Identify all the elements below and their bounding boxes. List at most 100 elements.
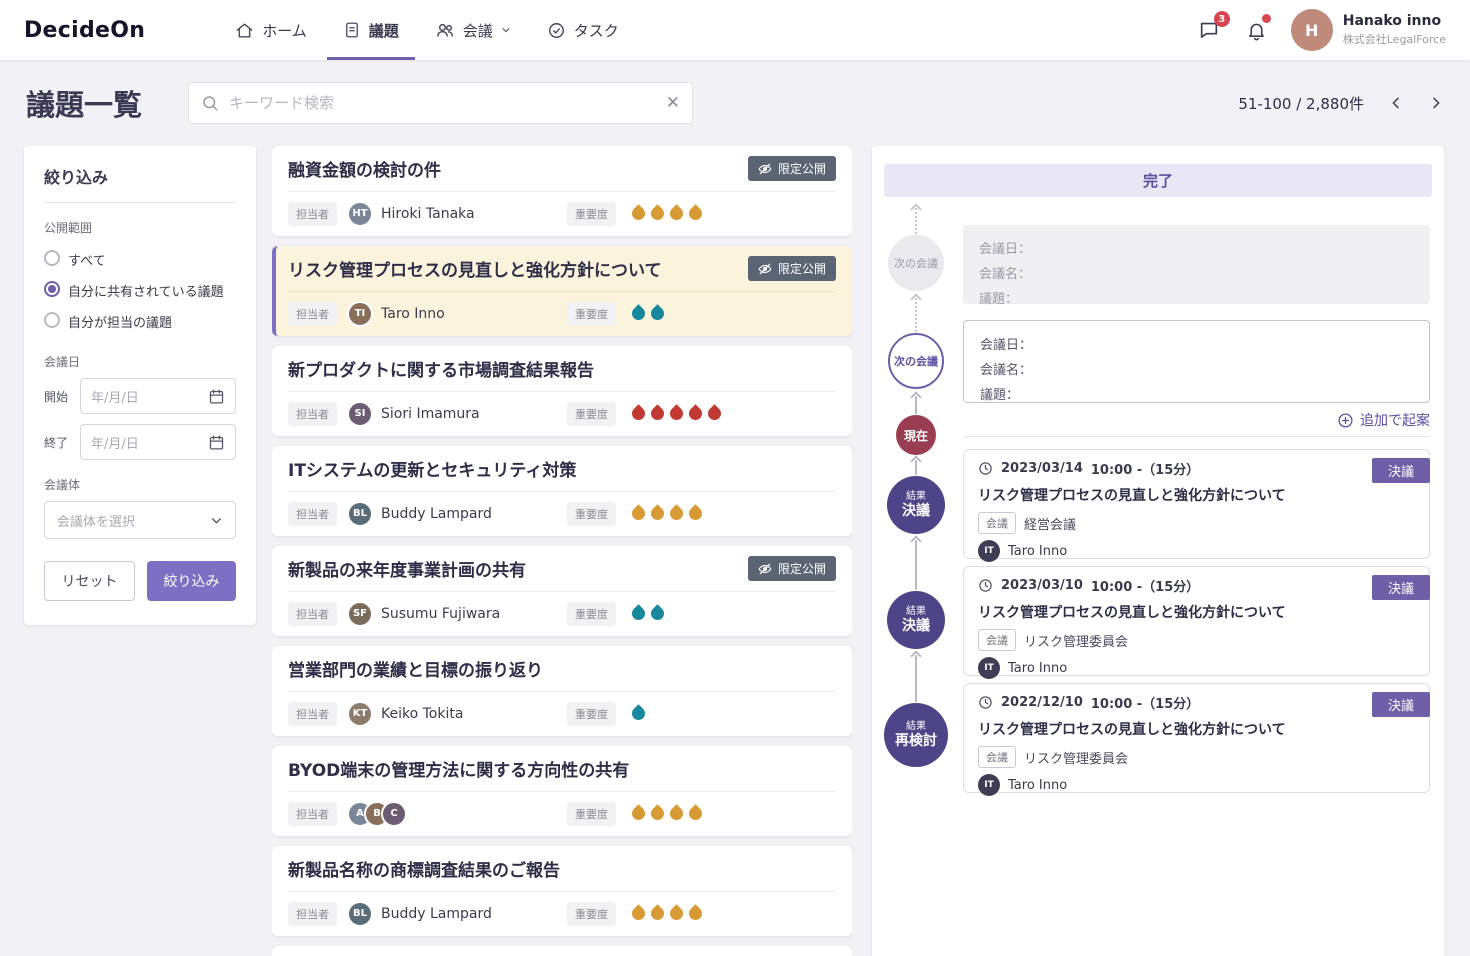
agenda-list: 融資金額の検討の件 限定公開 担当者 HT Hiroki Tanaka 重要度 … — [272, 146, 852, 936]
owner-name: Taro Inno — [1008, 660, 1068, 676]
flame-orange-icon — [686, 904, 705, 923]
prev-page-button[interactable] — [1388, 95, 1404, 111]
meeting-body-select[interactable]: 会議体を選択 — [44, 501, 236, 539]
agenda-card-meta: 担当者 SI Siori Imamura 重要度 — [288, 392, 836, 435]
placeholder-line: 議題： — [980, 388, 1020, 403]
reset-button[interactable]: リセット — [44, 561, 135, 601]
nav-item-agenda[interactable]: 議題 — [325, 0, 417, 60]
next-page-button[interactable] — [1428, 95, 1444, 111]
date-start-input[interactable]: 年/月/日 — [80, 378, 236, 414]
meeting-time: 10:00 -（15分） — [1090, 580, 1200, 595]
agenda-card-partial[interactable] — [272, 946, 852, 956]
nav-item-home[interactable]: ホーム — [217, 0, 325, 60]
nav-item-meetings[interactable]: 会議 — [417, 0, 529, 60]
importance-label: 重要度 — [567, 601, 616, 626]
agenda-title: 新製品の来年度事業計画の共有 — [288, 561, 526, 581]
clear-search-icon[interactable]: ✕ — [666, 94, 680, 112]
meeting-datetime-row: 2022/12/10 10:00 -（15分） — [978, 693, 1415, 712]
owner-avatars: KT — [347, 700, 373, 727]
limited-badge: 限定公開 — [747, 156, 836, 181]
agenda-card[interactable]: 新製品名称の商標調査結果のご報告 担当者 BL Buddy Lampard 重要… — [272, 846, 852, 936]
agenda-card[interactable]: 営業部門の業績と目標の振り返り 担当者 KT Keiko Tokita 重要度 — [272, 646, 852, 736]
importance-icons — [629, 304, 667, 323]
agenda-card-head: BYOD端末の管理方法に関する方向性の共有 — [288, 746, 836, 792]
agenda-card-head: 新プロダクトに関する市場調査結果報告 — [288, 346, 836, 392]
agenda-card[interactable]: 新製品の来年度事業計画の共有 限定公開 担当者 SF Susumu Fujiwa… — [272, 546, 852, 636]
meeting-body-name: リスク管理委員会 — [1024, 634, 1129, 650]
calendar-icon[interactable] — [208, 434, 225, 451]
owner-name: Taro Inno — [1008, 543, 1068, 559]
scope-option[interactable]: すべて — [44, 244, 236, 275]
owner-name: Susumu Fujiwara — [381, 605, 501, 622]
drop-teal-icon — [648, 604, 667, 623]
meeting-card[interactable]: 決議 2023/03/10 10:00 -（15分） リスク管理プロセスの見直し… — [963, 566, 1430, 679]
placeholder-line: 会議名： — [980, 363, 1033, 378]
owner-name: Buddy Lampard — [381, 905, 492, 922]
meeting-tag-label: 会議 — [978, 512, 1016, 534]
owner-label: 担当者 — [288, 701, 337, 726]
select-placeholder: 会議体を選択 — [57, 514, 136, 530]
agenda-card[interactable]: 融資金額の検討の件 限定公開 担当者 HT Hiroki Tanaka 重要度 — [272, 146, 852, 236]
pagination-label: 51-100 / 2,880件 — [1238, 94, 1364, 113]
scope-option[interactable]: 自分が担当の議題 — [44, 306, 236, 337]
user-menu[interactable]: H Hanako inno 株式会社LegalForce — [1290, 9, 1446, 51]
agenda-card-head: 新製品名称の商標調査結果のご報告 — [288, 846, 836, 892]
importance-label: 重要度 — [567, 701, 616, 726]
radio-control — [44, 312, 60, 328]
owner-group: TI Taro Inno — [347, 300, 557, 327]
importance-icons — [629, 804, 705, 823]
date-start-label: 開始 — [44, 389, 69, 404]
drop-teal-icon — [629, 604, 648, 623]
agenda-column: 融資金額の検討の件 限定公開 担当者 HT Hiroki Tanaka 重要度 … — [272, 146, 852, 956]
agenda-card-head: 営業部門の業績と目標の振り返り — [288, 646, 836, 692]
notifications-button[interactable] — [1243, 14, 1271, 44]
owner-label: 担当者 — [288, 901, 337, 926]
importance-icons — [629, 904, 705, 923]
flame-red-icon — [629, 404, 648, 423]
placeholder-line: 会議日： — [980, 338, 1033, 353]
agenda-card[interactable]: BYOD端末の管理方法に関する方向性の共有 担当者 ABC 重要度 — [272, 746, 852, 836]
limited-badge: 限定公開 — [747, 556, 836, 581]
flame-orange-icon — [629, 504, 648, 523]
eye-off-icon — [758, 563, 772, 574]
chat-button[interactable]: 3 — [1195, 11, 1230, 44]
flame-orange-icon — [648, 904, 667, 923]
flame-orange-icon — [686, 204, 705, 223]
agenda-card[interactable]: 新プロダクトに関する市場調査結果報告 担当者 SI Siori Imamura … — [272, 346, 852, 436]
date-end-row: 終了 年/月/日 — [44, 424, 236, 460]
user-text: Hanako inno 株式会社LegalForce — [1343, 13, 1446, 47]
timeline-node-toplabel: 結果 — [906, 721, 926, 732]
apply-filter-button[interactable]: 絞り込み — [147, 561, 236, 601]
importance-icons — [629, 704, 648, 723]
flame-red-icon — [705, 404, 724, 423]
timeline-done-header: 完了 — [884, 164, 1432, 197]
calendar-icon[interactable] — [208, 388, 225, 405]
owner-label: 担当者 — [288, 401, 337, 426]
agenda-card[interactable]: ITシステムの更新とセキュリティ対策 担当者 BL Buddy Lampard … — [272, 446, 852, 536]
date-end-input[interactable]: 年/月/日 — [80, 424, 236, 460]
timeline-panel: 完了 次の会議 次の会議 現在 結果 決議 結果 決議 結果 再検討 会議日： … — [872, 146, 1444, 956]
scope-options: すべて 自分に共有されている議題 自分が担当の議題 — [44, 244, 236, 337]
meeting-tag-row: 会議 リスク管理委員会 — [978, 746, 1415, 768]
decision-badge: 決議 — [1371, 692, 1430, 717]
nav-label: タスク — [573, 21, 619, 40]
chevron-down-icon — [502, 28, 510, 33]
timeline-node-label: 再検討 — [895, 733, 937, 749]
scope-option[interactable]: 自分に共有されている議題 — [44, 275, 236, 306]
nav-item-tasks[interactable]: タスク — [529, 0, 637, 60]
importance-label: 重要度 — [567, 401, 616, 426]
agenda-title: リスク管理プロセスの見直しと強化方針について — [288, 261, 662, 281]
limited-badge-label: 限定公開 — [777, 562, 826, 576]
meeting-date: 2023/03/14 — [1001, 461, 1083, 476]
meeting-card[interactable]: 決議 2023/03/14 10:00 -（15分） リスク管理プロセスの見直し… — [963, 449, 1430, 562]
search-input[interactable] — [229, 94, 656, 112]
add-proposal-link[interactable]: 追加で起案 — [1337, 410, 1430, 430]
meeting-card[interactable]: 決議 2022/12/10 10:00 -（15分） リスク管理プロセスの見直し… — [963, 683, 1430, 796]
timeline-node: 次の会議 — [888, 333, 944, 389]
agenda-card[interactable]: リスク管理プロセスの見直しと強化方針について 限定公開 担当者 TI Taro … — [272, 246, 852, 336]
clock-icon — [979, 696, 992, 709]
meeting-datetime-row: 2023/03/14 10:00 -（15分） — [978, 459, 1415, 478]
timeline-arrow-icon — [910, 203, 922, 215]
chevron-left-icon — [1392, 97, 1399, 109]
owner-avatar: C — [381, 800, 407, 827]
